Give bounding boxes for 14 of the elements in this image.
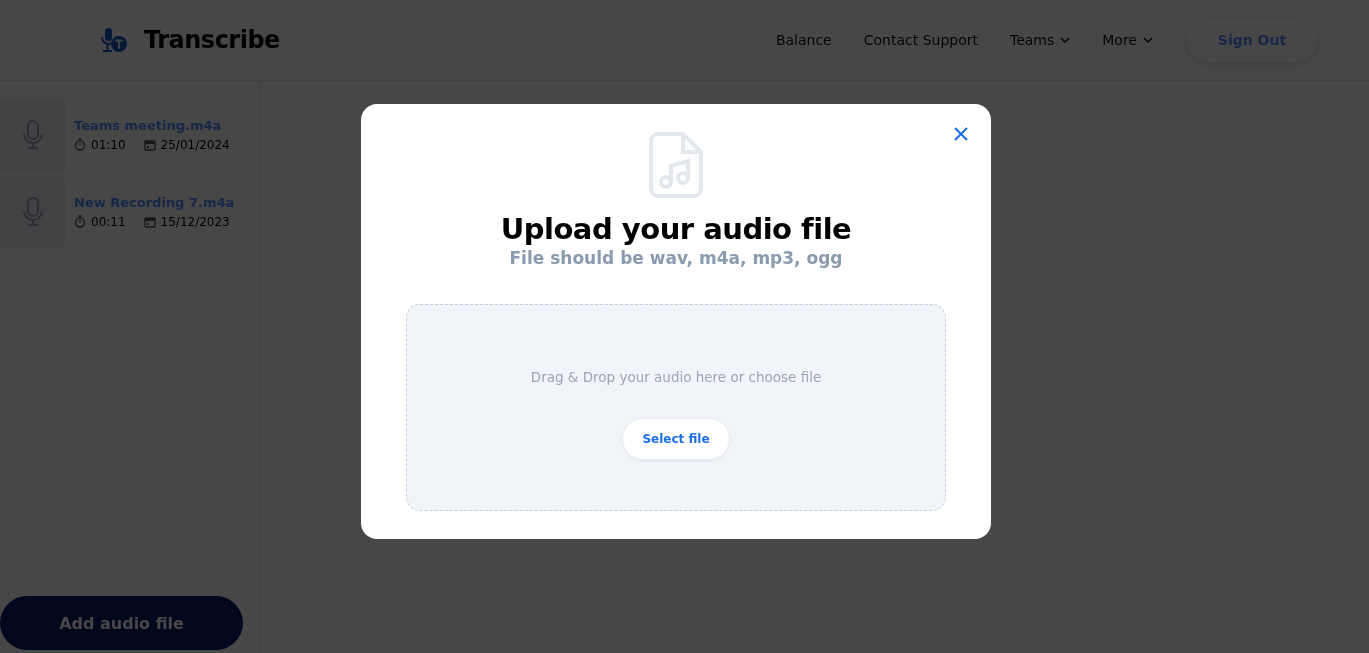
recording-date: 15/12/2023 xyxy=(160,214,230,229)
brand-name: Transcribe xyxy=(144,26,280,54)
recording-duration: 01:10 xyxy=(91,137,126,152)
select-file-button[interactable]: Select file xyxy=(623,419,729,459)
nav-link[interactable]: Balance xyxy=(775,32,832,48)
dialog-title: Upload your audio file xyxy=(500,212,852,246)
recording-duration: 00:11 xyxy=(91,214,126,229)
recording-date: 25/01/2024 xyxy=(160,137,230,152)
audio-file-icon xyxy=(649,132,703,198)
close-icon xyxy=(954,127,968,141)
dialog-subtitle: File should be wav, m4a, mp3, ogg xyxy=(509,248,843,268)
nav-link[interactable]: Contact Support xyxy=(863,32,978,48)
drop-zone[interactable]: Drag & Drop your audio here or choose file Select file xyxy=(406,304,946,511)
drop-hint: Drag & Drop your audio here or choose file xyxy=(530,369,822,385)
